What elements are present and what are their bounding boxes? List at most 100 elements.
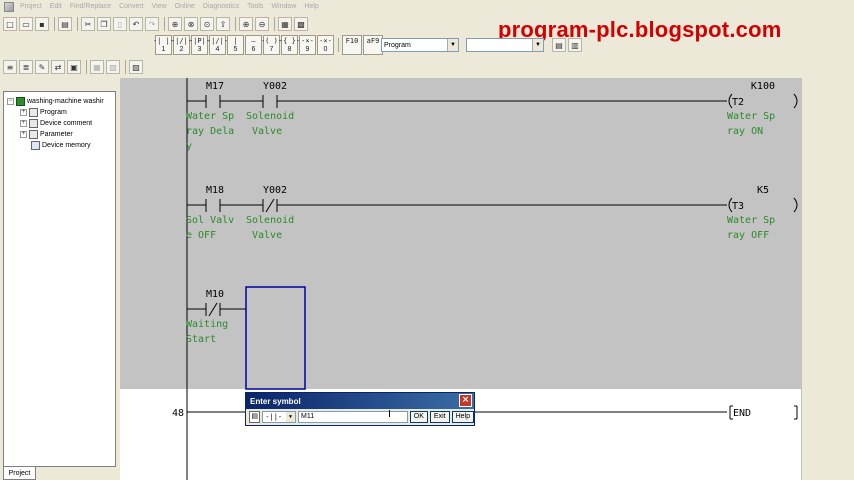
redo-icon[interactable]: ↷ xyxy=(145,17,159,31)
key-symbol: F10 xyxy=(345,37,359,45)
nc-contact-key[interactable]: -|/|- 2 xyxy=(171,35,192,55)
delete-line-key[interactable]: aF9 xyxy=(363,35,383,55)
comment-list-icon[interactable]: ▥ xyxy=(568,38,582,52)
coil-key[interactable]: -( )- 7 xyxy=(261,35,282,55)
comment-display-icon[interactable]: ≡ xyxy=(3,60,17,74)
chevron-down-icon[interactable]: ▼ xyxy=(532,39,543,51)
program-list-icon[interactable]: ▤ xyxy=(552,38,566,52)
program-select[interactable]: Program ▼ xyxy=(381,38,459,52)
alias-display-icon[interactable]: ⇄ xyxy=(51,60,65,74)
close-icon[interactable]: × xyxy=(459,394,472,407)
menu-project[interactable]: Project xyxy=(16,0,46,14)
device-comment: ray Dela xyxy=(186,126,234,137)
exit-button[interactable]: Exit xyxy=(429,411,450,423)
edit-cursor[interactable] xyxy=(245,286,306,390)
device-comment: y xyxy=(186,141,192,152)
new-icon[interactable]: □ xyxy=(3,17,17,31)
ok-button[interactable]: OK xyxy=(409,411,428,423)
find-device-icon[interactable]: ⊕ xyxy=(168,17,182,31)
undo-icon[interactable]: ↶ xyxy=(129,17,143,31)
key-symbol: -×- xyxy=(301,37,314,45)
save-icon[interactable]: ▪ xyxy=(35,17,49,31)
key-number: 4 xyxy=(215,46,220,53)
device-comment: Valve xyxy=(252,126,282,137)
right-panel xyxy=(801,78,854,480)
nc-slash xyxy=(208,302,218,317)
menu-window[interactable]: Window xyxy=(267,0,300,14)
statement-display-icon[interactable]: ≣ xyxy=(19,60,33,74)
device-comment: Water Sp xyxy=(727,111,775,122)
expand-icon[interactable]: + xyxy=(20,109,27,116)
rung-3: M10 Waiting Start xyxy=(186,286,306,390)
horizontal-line-key[interactable]: —6 xyxy=(245,35,262,55)
key-number: 1 xyxy=(161,46,166,53)
batch-monitor-icon[interactable]: ▩ xyxy=(294,17,308,31)
program-name-select[interactable]: ▼ xyxy=(466,38,544,52)
symbol-type-icon[interactable]: ▤ xyxy=(249,411,261,423)
paste-icon[interactable]: ▯ xyxy=(113,17,127,31)
tree-item-label: Program xyxy=(40,109,67,116)
tree-item-device-comment[interactable]: + Device comment xyxy=(20,118,92,129)
parallel-nc-key[interactable]: -|/|- 4 xyxy=(206,35,229,55)
tree-item-parameter[interactable]: + Parameter xyxy=(20,129,73,140)
cut-icon[interactable]: ✂ xyxy=(81,17,95,31)
parameter-folder-icon xyxy=(29,130,38,139)
key-symbol: -|/|- xyxy=(206,37,229,45)
monitor-icon[interactable]: ▦ xyxy=(278,17,292,31)
ladder-view-icon[interactable]: ▦ xyxy=(90,60,104,74)
menu-edit[interactable]: Edit xyxy=(46,0,66,14)
list-view-icon[interactable]: ▧ xyxy=(106,60,120,74)
tree-item-program[interactable]: + Program xyxy=(20,107,67,118)
toolbar-separator xyxy=(54,17,55,31)
zoom-out-icon[interactable]: ⊖ xyxy=(255,17,269,31)
symbol-input[interactable]: M11 xyxy=(297,411,408,423)
key-symbol: — xyxy=(251,37,256,45)
menu-diagnostics[interactable]: Diagnostics xyxy=(199,0,243,14)
write-to-plc-icon[interactable]: ⇧ xyxy=(216,17,230,31)
menu-find-replace[interactable]: Find/Replace xyxy=(66,0,115,14)
draw-line-key[interactable]: F10 xyxy=(342,35,362,55)
delete-vertical-key[interactable]: -×- 9 xyxy=(299,35,316,55)
standard-toolbar: □ ▭ ▪ ▤ ✂ ❐ ▯ ↶ ↷ ⊕ ⊗ ⊙ ⇧ ⊕ ⊖ ▦ ▩ xyxy=(3,16,310,32)
key-number: 8 xyxy=(287,46,292,53)
contact-device-label: Y002 xyxy=(263,81,287,92)
project-tree-toggle-icon[interactable]: ▨ xyxy=(129,60,143,74)
menu-view[interactable]: View xyxy=(148,0,171,14)
device-display-icon[interactable]: ▣ xyxy=(67,60,81,74)
copy-icon[interactable]: ❐ xyxy=(97,17,111,31)
tree-item-device-memory[interactable]: Device memory xyxy=(31,140,91,151)
note-display-icon[interactable]: ✎ xyxy=(35,60,49,74)
help-button[interactable]: Help xyxy=(451,411,474,423)
menu-bar: Project Edit Find/Replace Convert View O… xyxy=(0,0,854,14)
collapse-icon[interactable]: − xyxy=(7,98,14,105)
print-icon[interactable]: ▤ xyxy=(58,17,72,31)
symbol-type-select[interactable]: -||- ▼ xyxy=(262,411,296,423)
toolbar-separator xyxy=(274,17,275,31)
toolbar-separator xyxy=(164,17,165,31)
coil-setting-label: K5 xyxy=(757,185,769,196)
device-comment: e OFF xyxy=(186,230,216,241)
key-symbol: aF9 xyxy=(366,37,380,45)
chevron-down-icon[interactable]: ▼ xyxy=(447,39,458,51)
chevron-down-icon[interactable]: ▼ xyxy=(285,412,295,422)
vertical-line-key[interactable]: | 5 xyxy=(227,35,244,55)
open-folder-icon[interactable]: ▭ xyxy=(19,17,33,31)
find-step-icon[interactable]: ⊙ xyxy=(200,17,214,31)
expand-icon[interactable]: + xyxy=(20,120,27,127)
zoom-in-icon[interactable]: ⊕ xyxy=(239,17,253,31)
device-comment: Waiting xyxy=(186,319,228,330)
find-instruction-icon[interactable]: ⊗ xyxy=(184,17,198,31)
application-instruction-key[interactable]: -{ }- 8 xyxy=(279,35,300,55)
no-contact-key[interactable]: -| |- 1 xyxy=(153,35,174,55)
menu-tools[interactable]: Tools xyxy=(243,0,267,14)
delete-horizontal-key[interactable]: -×- 0 xyxy=(317,35,334,55)
menu-help[interactable]: Help xyxy=(300,0,322,14)
tree-root[interactable]: − washing-machine washir xyxy=(7,96,104,107)
tab-project[interactable]: Project xyxy=(3,467,36,480)
toolbar-separator xyxy=(125,60,126,74)
coil-setting-label: K100 xyxy=(751,81,775,92)
expand-icon[interactable]: + xyxy=(20,131,27,138)
menu-online[interactable]: Online xyxy=(171,0,199,14)
parallel-no-key[interactable]: -|P|- 3 xyxy=(189,35,210,55)
menu-convert[interactable]: Convert xyxy=(115,0,148,14)
